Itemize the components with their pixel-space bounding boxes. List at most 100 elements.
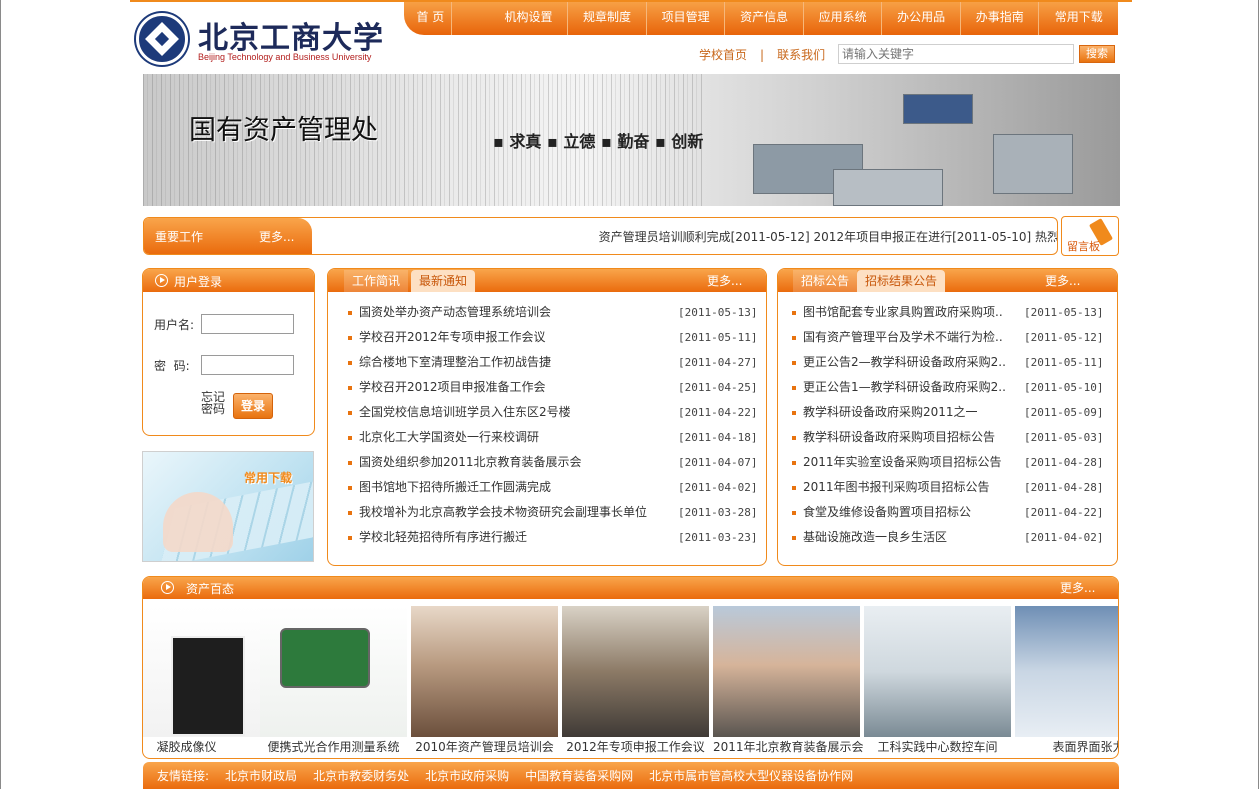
list-item-title[interactable]: 全国党校信息培训班学员入住东区2号楼 [359, 400, 669, 425]
logo-chinese-name: 北京工商大学 [198, 21, 384, 56]
list-item-date: [2011-04-25] [678, 381, 758, 394]
search-input[interactable] [838, 44, 1074, 64]
list-item[interactable]: 国资处组织参加2011北京教育装备展示会 [2011-04-07] [348, 450, 757, 475]
friendly-link[interactable]: 北京市政府采购 [425, 767, 509, 784]
list-item-title[interactable]: 学校北轻苑招待所有序进行搬迁 [359, 525, 669, 550]
list-item-title[interactable]: 教学科研设备政府采购2011之一 [803, 400, 1018, 425]
gallery-photo[interactable] [260, 606, 407, 737]
list-item-title[interactable]: 学校召开2012年专项申报工作会议 [359, 325, 669, 350]
friendly-link[interactable]: 中国教育装备采购网 [525, 767, 633, 784]
bullet-icon [792, 336, 796, 340]
bullet-icon [792, 486, 796, 490]
list-item[interactable]: 教学科研设备政府采购2011之一 [2011-05-09] [792, 400, 1112, 425]
list-item-date: [2011-04-22] [678, 406, 758, 419]
nav-downloads[interactable]: 常用下载 [1039, 2, 1118, 35]
school-home-link[interactable]: 学校首页 [699, 46, 747, 63]
username-field[interactable] [201, 314, 294, 334]
list-item[interactable]: 学校北轻苑招待所有序进行搬迁 [2011-03-23] [348, 525, 757, 550]
list-item-title[interactable]: 更正公告1—教学科研设备政府采购2.. [803, 375, 1018, 400]
bullet-icon [348, 511, 352, 515]
list-item-title[interactable]: 2011年实验室设备采购项目招标公告 [803, 450, 1018, 475]
list-item-title[interactable]: 综合楼地下室清理整治工作初战告捷 [359, 350, 669, 375]
password-field[interactable] [201, 355, 294, 375]
gallery-caption[interactable]: 2012年专项申报工作会议 [562, 738, 709, 755]
list-item[interactable]: 2011年图书报刊采购项目招标公告 [2011-04-28] [792, 475, 1112, 500]
list-item[interactable]: 更正公告1—教学科研设备政府采购2.. [2011-05-10] [792, 375, 1112, 400]
gallery-more-link[interactable]: 更多... [1060, 579, 1095, 596]
list-item[interactable]: 全国党校信息培训班学员入住东区2号楼 [2011-04-22] [348, 400, 757, 425]
gallery-photo[interactable] [1015, 606, 1118, 737]
list-item[interactable]: 学校召开2012年专项申报工作会议 [2011-05-11] [348, 325, 757, 350]
list-item[interactable]: 图书馆配套专业家具购置政府采购项.. [2011-05-13] [792, 300, 1112, 325]
gallery-photo[interactable] [713, 606, 860, 737]
list-item[interactable]: 国有资产管理平台及学术不端行为检.. [2011-05-12] [792, 325, 1112, 350]
list-item-title[interactable]: 2011年图书报刊采购项目招标公告 [803, 475, 1018, 500]
gallery-caption[interactable]: 便携式光合作用测量系统 [260, 738, 407, 755]
gallery-caption[interactable]: 2011年北京教育装备展示会 [713, 738, 864, 755]
nav-home[interactable]: 首 页 [410, 2, 452, 35]
bullet-icon [792, 436, 796, 440]
list-item[interactable]: 图书馆地下招待所搬迁工作圆满完成 [2011-04-02] [348, 475, 757, 500]
university-logo[interactable]: 北京工商大学 Beijing Technology and Business U… [134, 11, 383, 67]
list-item[interactable]: 综合楼地下室清理整治工作初战告捷 [2011-04-27] [348, 350, 757, 375]
nav-applications[interactable]: 应用系统 [804, 2, 883, 35]
gallery-caption[interactable]: 2010年资产管理员培训会 [411, 738, 558, 755]
list-item-title[interactable]: 图书馆配套专业家具购置政府采购项.. [803, 300, 1018, 325]
gallery-photo[interactable] [562, 606, 709, 737]
nav-project-management[interactable]: 项目管理 [647, 2, 726, 35]
nav-regulations[interactable]: 规章制度 [568, 2, 647, 35]
main-navigation: 首 页 机构设置 规章制度 项目管理 资产信息 应用系统 办公用品 办事指南 常… [404, 2, 1118, 35]
list-item[interactable]: 更正公告2—教学科研设备政府采购2.. [2011-05-11] [792, 350, 1112, 375]
friendly-link[interactable]: 北京市教委财务处 [313, 767, 409, 784]
list-item-title[interactable]: 国资处举办资产动态管理系统培训会 [359, 300, 669, 325]
list-item-title[interactable]: 学校召开2012项目申报准备工作会 [359, 375, 669, 400]
list-item[interactable]: 基础设施改造一良乡生活区 [2011-04-02] [792, 525, 1112, 550]
list-item-title[interactable]: 国资处组织参加2011北京教育装备展示会 [359, 450, 669, 475]
list-item-title[interactable]: 教学科研设备政府采购项目招标公告 [803, 425, 1018, 450]
nav-asset-info[interactable]: 资产信息 [725, 2, 804, 35]
list-item[interactable]: 国资处举办资产动态管理系统培训会 [2011-05-13] [348, 300, 757, 325]
nav-office-supplies[interactable]: 办公用品 [882, 2, 961, 35]
tab-work-news[interactable]: 工作简讯 [344, 270, 409, 292]
list-item-title[interactable]: 北京化工大学国资处一行来校调研 [359, 425, 669, 450]
friendly-link[interactable]: 北京市财政局 [225, 767, 297, 784]
contact-link[interactable]: 联系我们 [777, 46, 825, 63]
work-news-more-link[interactable]: 更多... [707, 272, 742, 289]
important-work-marquee[interactable]: 资产管理员培训顺利完成[2011-05-12] 2012年项目申报正在进行[20… [328, 228, 1057, 245]
download-banner[interactable]: 常用下载 [142, 451, 314, 562]
guestbook-button[interactable]: 留言板 [1061, 216, 1119, 256]
gallery-photo[interactable] [411, 606, 558, 737]
friendly-link[interactable]: 北京市属市管高校大型仪器设备协作网 [649, 767, 853, 784]
gallery-caption[interactable]: 凝胶成像仪 [143, 738, 260, 755]
list-item-title[interactable]: 图书馆地下招待所搬迁工作圆满完成 [359, 475, 669, 500]
nav-organization[interactable]: 机构设置 [490, 2, 569, 35]
tender-more-link[interactable]: 更多... [1045, 272, 1080, 289]
work-news-list: 国资处举办资产动态管理系统培训会 [2011-05-13] 学校召开2012年专项申… [348, 300, 757, 550]
list-item-title[interactable]: 我校增补为北京高教学会技术物资研究会副理事长单位 [359, 500, 669, 525]
gallery-photo[interactable] [864, 606, 1011, 737]
list-item-title[interactable]: 基础设施改造一良乡生活区 [803, 525, 1018, 550]
bullet-icon [792, 536, 796, 540]
list-item[interactable]: 我校增补为北京高教学会技术物资研究会副理事长单位 [2011-03-28] [348, 500, 757, 525]
list-item[interactable]: 学校召开2012项目申报准备工作会 [2011-04-25] [348, 375, 757, 400]
tab-latest-notices[interactable]: 最新通知 [411, 270, 476, 292]
search-button[interactable]: 搜索 [1079, 45, 1115, 63]
tender-list: 图书馆配套专业家具购置政府采购项.. [2011-05-13] 国有资产管理平台及学… [792, 300, 1112, 550]
list-item[interactable]: 食堂及维修设备购置项目招标公 [2011-04-22] [792, 500, 1112, 525]
list-item-title[interactable]: 更正公告2—教学科研设备政府采购2.. [803, 350, 1018, 375]
list-item[interactable]: 北京化工大学国资处一行来校调研 [2011-04-18] [348, 425, 757, 450]
forgot-password-link[interactable]: 忘记密码 [201, 391, 227, 415]
gallery-caption[interactable]: 工科实践中心数控车间 [864, 738, 1011, 755]
nav-guide[interactable]: 办事指南 [961, 2, 1040, 35]
list-item[interactable]: 2011年实验室设备采购项目招标公告 [2011-04-28] [792, 450, 1112, 475]
login-button[interactable]: 登录 [233, 393, 273, 419]
tab-tender-notices[interactable]: 招标公告 [793, 270, 858, 292]
list-item[interactable]: 教学科研设备政府采购项目招标公告 [2011-05-03] [792, 425, 1112, 450]
important-work-more-link[interactable]: 更多... [259, 228, 294, 245]
list-item-title[interactable]: 国有资产管理平台及学术不端行为检.. [803, 325, 1018, 350]
tab-tender-results[interactable]: 招标结果公告 [857, 270, 946, 292]
gallery-caption[interactable]: 表面界面张力 [1015, 738, 1118, 755]
list-item-title[interactable]: 食堂及维修设备购置项目招标公 [803, 500, 1018, 525]
list-item-date: [2011-04-22] [1024, 506, 1104, 519]
list-item-date: [2011-04-28] [1024, 481, 1104, 494]
